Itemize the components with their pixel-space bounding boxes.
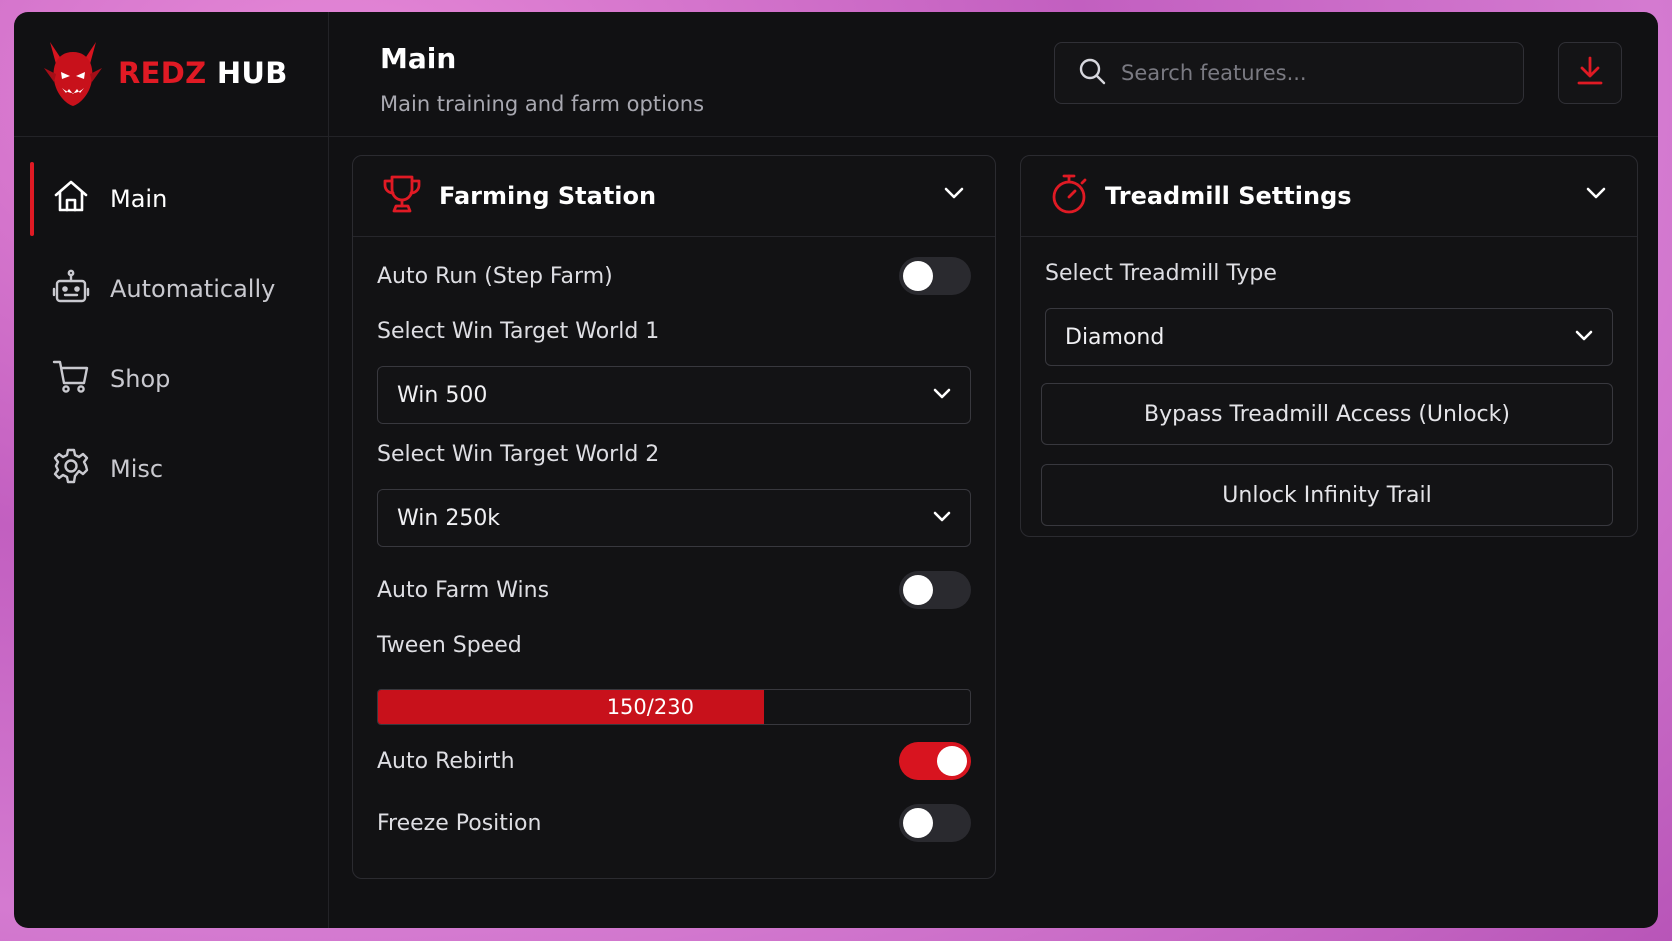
download-icon bbox=[1575, 55, 1605, 91]
sidebar-item-label: Main bbox=[110, 185, 168, 213]
bypass-treadmill-button[interactable]: Bypass Treadmill Access (Unlock) bbox=[1041, 383, 1613, 445]
treadmill-settings-card: Treadmill Settings Select Treadmill Type… bbox=[1020, 155, 1638, 537]
chevron-down-icon[interactable] bbox=[943, 185, 965, 204]
toggle-knob bbox=[937, 746, 967, 776]
treadmill-type-label: Select Treadmill Type bbox=[1045, 260, 1277, 286]
tween-speed-slider[interactable]: 150/230 bbox=[377, 689, 971, 725]
robot-icon bbox=[52, 267, 90, 311]
demon-logo-icon bbox=[42, 38, 104, 108]
world2-value: Win 250k bbox=[397, 505, 501, 531]
world2-label-row: Select Win Target World 2 bbox=[377, 439, 971, 469]
sidebar-item-label: Shop bbox=[110, 365, 171, 393]
sidebar-item-label: Misc bbox=[110, 455, 164, 483]
download-button[interactable] bbox=[1558, 42, 1622, 104]
tween-label-row: Tween Speed bbox=[377, 630, 971, 660]
tween-label: Tween Speed bbox=[377, 632, 522, 658]
card-title: Treadmill Settings bbox=[1105, 182, 1352, 210]
farming-station-card: Farming Station Auto Run (Step Farm) Sel… bbox=[352, 155, 996, 879]
search-box[interactable] bbox=[1054, 42, 1524, 104]
divider bbox=[328, 136, 1658, 137]
app-window: REDZ HUB Main Automatically Shop Misc Ma… bbox=[14, 12, 1658, 928]
search-input[interactable] bbox=[1119, 60, 1503, 86]
sidebar-item-label: Automatically bbox=[110, 275, 276, 303]
world2-label: Select Win Target World 2 bbox=[377, 441, 660, 467]
treadmill-type-value: Diamond bbox=[1065, 324, 1165, 350]
sidebar-item-misc[interactable]: Misc bbox=[14, 428, 328, 510]
card-title: Farming Station bbox=[439, 182, 657, 210]
auto-farm-toggle[interactable] bbox=[899, 571, 971, 609]
page-title: Main bbox=[380, 42, 457, 75]
sidebar-nav: Main Automatically Shop Misc bbox=[14, 158, 328, 518]
unlock-infinity-trail-button[interactable]: Unlock Infinity Trail bbox=[1041, 464, 1613, 526]
search-icon bbox=[1055, 56, 1119, 90]
trophy-icon bbox=[381, 173, 423, 219]
stopwatch-icon bbox=[1049, 173, 1089, 219]
freeze-row: Freeze Position bbox=[377, 804, 971, 842]
auto-farm-label: Auto Farm Wins bbox=[377, 577, 550, 603]
auto-farm-row: Auto Farm Wins bbox=[377, 571, 971, 609]
toggle-knob bbox=[903, 575, 933, 605]
page-subtitle: Main training and farm options bbox=[380, 92, 705, 116]
brand: REDZ HUB bbox=[42, 38, 288, 108]
chevron-down-icon[interactable] bbox=[1585, 185, 1607, 204]
world2-select[interactable]: Win 250k bbox=[377, 489, 971, 547]
treadmill-type-select[interactable]: Diamond bbox=[1045, 308, 1613, 366]
sidebar-item-main[interactable]: Main bbox=[14, 158, 328, 240]
brand-name: REDZ HUB bbox=[118, 56, 288, 90]
world1-label-row: Select Win Target World 1 bbox=[377, 316, 971, 346]
freeze-toggle[interactable] bbox=[899, 804, 971, 842]
cart-icon bbox=[52, 357, 90, 401]
world1-label: Select Win Target World 1 bbox=[377, 318, 660, 344]
treadmill-settings-header[interactable]: Treadmill Settings bbox=[1021, 156, 1637, 237]
freeze-label: Freeze Position bbox=[377, 810, 542, 836]
toggle-knob bbox=[903, 261, 933, 291]
sidebar-item-automatically[interactable]: Automatically bbox=[14, 248, 328, 330]
auto-rebirth-label: Auto Rebirth bbox=[377, 748, 515, 774]
auto-run-row: Auto Run (Step Farm) bbox=[377, 257, 971, 295]
auto-rebirth-row: Auto Rebirth bbox=[377, 742, 971, 780]
auto-run-label: Auto Run (Step Farm) bbox=[377, 263, 613, 289]
gear-icon bbox=[52, 447, 90, 491]
treadmill-type-label-row: Select Treadmill Type bbox=[1045, 258, 1613, 288]
world1-select[interactable]: Win 500 bbox=[377, 366, 971, 424]
auto-rebirth-toggle[interactable] bbox=[899, 742, 971, 780]
farming-station-header[interactable]: Farming Station bbox=[353, 156, 995, 237]
home-icon bbox=[52, 177, 90, 221]
world1-value: Win 500 bbox=[397, 382, 488, 408]
sidebar: REDZ HUB Main Automatically Shop Misc bbox=[14, 12, 329, 928]
divider bbox=[14, 136, 328, 137]
slider-value: 150/230 bbox=[606, 695, 694, 719]
auto-run-toggle[interactable] bbox=[899, 257, 971, 295]
toggle-knob bbox=[903, 808, 933, 838]
sidebar-item-shop[interactable]: Shop bbox=[14, 338, 328, 420]
